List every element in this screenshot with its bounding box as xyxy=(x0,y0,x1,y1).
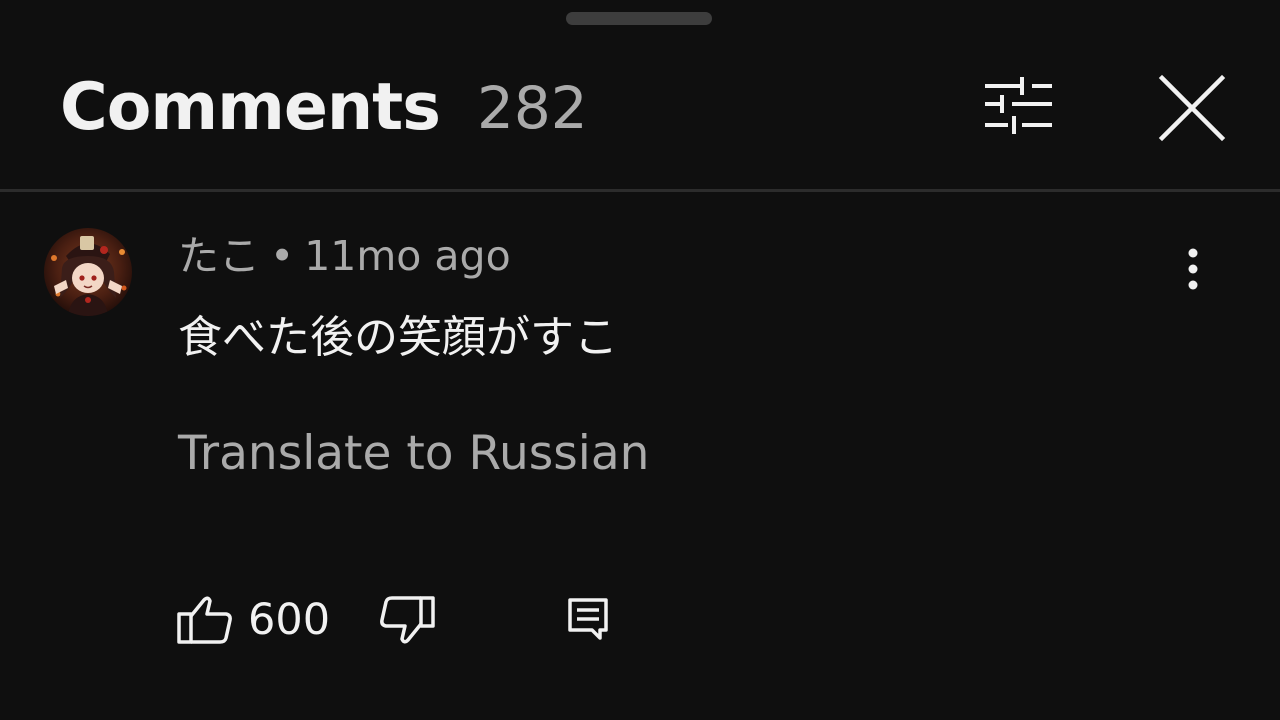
comments-count: 282 xyxy=(477,74,588,142)
reply-comment-icon xyxy=(568,598,608,640)
comment-author[interactable]: たこ xyxy=(178,232,260,280)
avatar-image xyxy=(44,228,132,316)
sort-button[interactable] xyxy=(978,70,1058,140)
comments-header: Comments 282 xyxy=(0,0,1280,192)
dislike-button[interactable] xyxy=(376,594,438,650)
thumbs-down-icon xyxy=(380,596,435,644)
meta-separator: • xyxy=(270,232,295,280)
more-options-button[interactable] xyxy=(1168,244,1218,294)
thumbs-up-icon xyxy=(177,596,232,644)
avatar[interactable] xyxy=(44,228,132,316)
comment-text: 食べた後の笑顔がすこ xyxy=(178,312,618,363)
comment-meta: たこ • 11mo ago xyxy=(178,228,511,284)
translate-button[interactable]: Translate to Russian xyxy=(178,424,649,484)
close-icon xyxy=(1158,74,1226,142)
comment-time: 11mo ago xyxy=(304,232,511,280)
like-count: 600 xyxy=(248,595,331,645)
reply-button[interactable] xyxy=(562,594,614,644)
comment-item: たこ • 11mo ago 食べた後の笑顔がすこ Translate to Russ… xyxy=(0,192,1280,720)
more-vertical-icon xyxy=(1188,248,1198,290)
close-button[interactable] xyxy=(1150,66,1234,150)
comments-title: Comments xyxy=(60,70,441,145)
sort-sliders-icon xyxy=(985,77,1052,134)
like-button[interactable] xyxy=(174,592,236,648)
comments-panel: Comments 282 たこ • 11mo ago 食べた後の笑顔がすこ Tr… xyxy=(0,0,1280,720)
